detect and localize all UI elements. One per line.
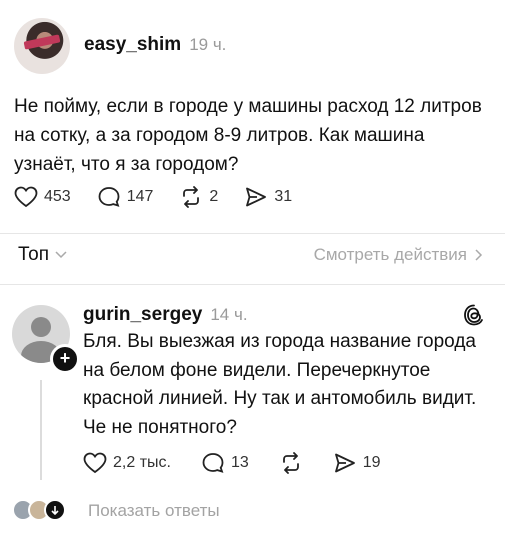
share-count: 31 (274, 188, 293, 205)
thread-line (40, 380, 42, 480)
chevron-down-icon (55, 251, 67, 259)
send-icon (334, 453, 355, 473)
send-icon (246, 187, 267, 207)
like-count: 453 (44, 188, 71, 205)
post-text: Не пойму, если в городе у машины расход … (14, 96, 482, 175)
divider (0, 284, 505, 285)
reply-header: gurin_sergey 14 ч. (83, 304, 248, 326)
post-time: 19 ч. (189, 35, 227, 54)
repost-count: 2 (209, 188, 219, 205)
comment-count: 147 (126, 188, 154, 205)
post-header: easy_shim 19 ч. (84, 34, 226, 56)
reply-time: 14 ч. (210, 305, 248, 324)
heart-icon (83, 452, 107, 474)
repost-button[interactable]: 2 (179, 186, 218, 208)
author-avatar[interactable] (14, 18, 70, 74)
arrow-down-icon (44, 499, 66, 521)
view-activity-link[interactable]: Смотреть действия (314, 245, 483, 265)
author-username[interactable]: easy_shim (84, 34, 181, 56)
reply-username[interactable]: gurin_sergey (83, 304, 202, 326)
sort-label: Топ (18, 244, 49, 265)
chevron-right-icon (475, 249, 483, 261)
heart-icon (14, 186, 38, 208)
show-replies-link[interactable]: Показать ответы (88, 501, 220, 521)
comment-bubble-icon (202, 453, 224, 473)
post-actions: 453 147 2 31 (14, 186, 292, 208)
repost-icon (282, 452, 299, 474)
like-button[interactable]: 453 (14, 186, 71, 208)
reply-share-count: 19 (362, 454, 381, 471)
sort-dropdown[interactable]: Топ (18, 244, 67, 266)
divider (0, 233, 505, 234)
reply-actions: 2,2 тыс. 13 19 (83, 452, 381, 474)
reply-like-button[interactable]: 2,2 тыс. (83, 452, 171, 474)
reply-text: Бля. Вы выезжая из города название город… (83, 331, 477, 438)
share-button[interactable]: 31 (244, 186, 292, 208)
follow-plus-button[interactable]: + (50, 344, 80, 374)
reply-repost-button[interactable] (279, 452, 303, 474)
comment-button[interactable]: 147 (97, 186, 154, 208)
reply-comment-button[interactable]: 13 (201, 452, 249, 474)
repost-icon (183, 186, 200, 208)
view-activity-label: Смотреть действия (313, 245, 467, 264)
reply-share-button[interactable]: 19 (333, 452, 381, 474)
replier-avatars[interactable] (12, 499, 66, 521)
reply-comment-count: 13 (230, 454, 249, 471)
reply-like-count: 2,2 тыс. (113, 454, 171, 471)
comment-bubble-icon (98, 187, 120, 207)
